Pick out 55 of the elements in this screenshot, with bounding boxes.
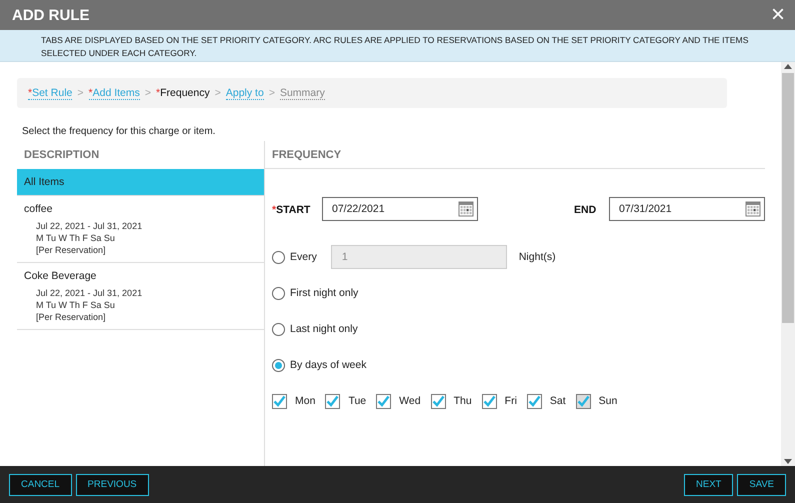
instruction-text: Select the frequency for this charge or item. [22, 126, 216, 137]
end-date-field[interactable]: 07/31/2021 [609, 197, 765, 221]
item-basis: [Per Reservation] [35, 244, 107, 256]
list-item[interactable]: All Items [17, 169, 264, 196]
info-banner: TABS ARE DISPLAYED BASED ON THE SET PRIORITY CATEGORY. ARC RULES ARE APPLIED TO RESERVATIONS BASED ON THE SET PRIORITY CATEGORY AND THE ITEMS SELECTED UNDER EACH CATEGORY. [0, 30, 795, 62]
radio-option[interactable]: By days of week [272, 358, 366, 372]
scrollbar[interactable] [781, 62, 795, 466]
calendar-icon[interactable] [458, 201, 474, 217]
item-name: Coke Beverage [24, 270, 98, 282]
breadcrumb-link[interactable]: *Set Rule [28, 86, 72, 100]
breadcrumb-separator: > [77, 87, 84, 99]
day-checkbox[interactable]: Sat [526, 394, 566, 408]
radio-icon[interactable] [272, 358, 285, 372]
footer-button[interactable]: CANCEL [9, 474, 72, 496]
close-button[interactable]: × [770, 3, 785, 27]
day-checkbox[interactable]: Tue [325, 394, 366, 408]
breadcrumb-separator: > [214, 87, 221, 99]
checkbox-icon[interactable] [430, 394, 446, 408]
checkbox-icon[interactable] [272, 394, 287, 408]
radio-option[interactable]: First night only [272, 286, 358, 300]
radio-icon[interactable] [272, 322, 285, 336]
checkbox-icon[interactable] [526, 394, 542, 408]
end-label: END [574, 204, 596, 216]
radio-icon[interactable] [272, 286, 285, 300]
item-dates: Jul 22, 2021 - Jul 31, 2021 [35, 220, 144, 232]
day-checkbox[interactable]: Fri [482, 394, 517, 408]
item-basis: [Per Reservation] [35, 311, 107, 323]
breadcrumb-separator: > [144, 87, 152, 99]
checkbox-icon[interactable] [376, 394, 392, 408]
start-date-field[interactable]: 07/22/2021 [322, 197, 478, 221]
footer-button[interactable]: SAVE [737, 474, 786, 496]
start-label: *START [272, 204, 310, 216]
item-days: M Tu W Th F Sa Su [24, 299, 257, 311]
scroll-down-icon[interactable] [784, 459, 792, 464]
unit-label: Night(s) [518, 251, 556, 263]
window-title: ADD RULE [12, 6, 90, 24]
checkbox-icon[interactable] [325, 394, 340, 408]
calendar-icon[interactable] [745, 201, 761, 217]
day-checkbox[interactable]: Thu [430, 394, 472, 408]
radio-option[interactable]: Last night only [272, 322, 358, 336]
footer-button[interactable]: PREVIOUS [76, 474, 149, 496]
item-name: coffee [24, 203, 54, 215]
breadcrumb-separator: > [268, 87, 275, 99]
column-header: DESCRIPTION [23, 148, 100, 163]
scroll-up-icon[interactable] [784, 64, 792, 69]
item-dates: Jul 22, 2021 - Jul 31, 2021 [35, 287, 144, 299]
checkbox-icon[interactable] [482, 394, 497, 408]
footer-button[interactable]: NEXT [684, 474, 734, 496]
day-checkbox[interactable]: Mon [272, 394, 316, 408]
day-checkbox[interactable]: Wed [376, 394, 421, 408]
column-header: FREQUENCY [265, 141, 765, 169]
item-name: All Items [24, 176, 66, 188]
item-days: M Tu W Th F Sa Su [24, 232, 257, 244]
breadcrumb-link[interactable]: *Add Items [88, 86, 140, 100]
breadcrumb-link[interactable]: *Frequency [156, 87, 210, 99]
